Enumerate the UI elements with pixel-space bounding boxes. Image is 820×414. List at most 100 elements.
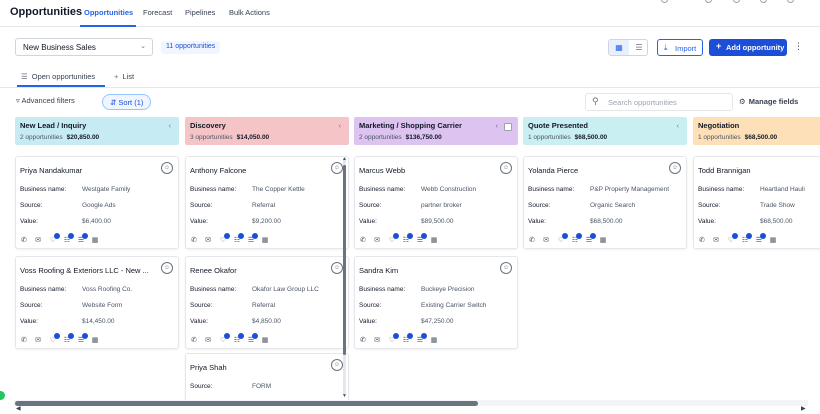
- manage-fields-button[interactable]: ⚙ Manage fields: [739, 97, 798, 106]
- assign-user-icon[interactable]: ☺: [669, 162, 681, 174]
- collapse-chevron-icon[interactable]: ‹: [677, 123, 679, 130]
- calendar-icon[interactable]: ▦: [769, 237, 777, 245]
- assign-user-icon[interactable]: ☺: [331, 162, 343, 174]
- card-contact-name[interactable]: Anthony Falcone: [190, 166, 330, 175]
- value-amount: $47,250.00: [421, 318, 454, 325]
- calendar-icon[interactable]: ▦: [261, 337, 269, 345]
- assign-user-icon[interactable]: ☺: [500, 162, 512, 174]
- opportunity-card[interactable]: Sandra Kim ☺ Business name: Buckeye Precisi…: [354, 256, 518, 349]
- column-count: 1 opportunities: [698, 134, 741, 141]
- opportunity-card[interactable]: Todd Brannigan☺Business name:Heartland H…: [693, 156, 820, 249]
- tab-bulk-actions[interactable]: Bulk Actions: [229, 8, 270, 17]
- add-opportunity-button[interactable]: + Add opportunity: [709, 39, 787, 56]
- phone-icon[interactable]: ✆: [359, 237, 367, 245]
- phone-icon[interactable]: ✆: [190, 337, 198, 345]
- pipeline-column: New Lead / Inquiry 2 opportunities $20,850…: [15, 117, 179, 402]
- advanced-filters-button[interactable]: ▿ Advanced filters: [16, 96, 75, 105]
- grid-view-icon[interactable]: ▦: [609, 40, 629, 55]
- phone-icon[interactable]: ✆: [20, 237, 28, 245]
- chat-icon[interactable]: ✉: [34, 337, 42, 345]
- card-contact-name[interactable]: Priya Nandakumar: [20, 166, 160, 175]
- phone-icon[interactable]: ✆: [20, 337, 28, 345]
- value-amount: $9,200.00: [252, 218, 281, 225]
- column-header: New Lead / Inquiry 2 opportunities $20,850…: [15, 117, 179, 145]
- manage-fields-label: Manage fields: [748, 97, 799, 106]
- tab-opportunities[interactable]: Opportunities: [84, 8, 133, 17]
- assign-user-icon[interactable]: ☺: [331, 359, 343, 371]
- subtab-list-label: List: [122, 72, 135, 81]
- chat-icon[interactable]: ✉: [373, 337, 381, 345]
- value-label: Value:: [20, 218, 38, 225]
- scroll-up-arrow-icon[interactable]: ▲: [342, 156, 347, 162]
- opportunity-card[interactable]: Priya Nandakumar ☺ Business name: Westgate …: [15, 156, 179, 249]
- column-scrollbar-thumb[interactable]: [343, 165, 346, 355]
- header-control[interactable]: [733, 0, 740, 3]
- calendar-icon[interactable]: ▦: [91, 337, 99, 345]
- opportunity-card[interactable]: Voss Roofing & Exteriors LLC - New ... ☺ B…: [15, 256, 179, 349]
- sort-button[interactable]: ⇵ Sort (1): [102, 94, 152, 110]
- phone-icon[interactable]: ✆: [528, 237, 536, 245]
- card-contact-name[interactable]: Voss Roofing & Exteriors LLC - New ...: [20, 266, 160, 275]
- header-control[interactable]: [705, 0, 712, 3]
- card-contact-name[interactable]: Renee Okafor: [190, 266, 330, 275]
- business-name-label: Business name:: [20, 286, 67, 293]
- business-name-value: Buckeye Precision: [421, 286, 475, 293]
- assign-user-icon[interactable]: ☺: [331, 262, 343, 274]
- card-contact-name[interactable]: Priya Shah: [190, 363, 330, 372]
- opportunity-card[interactable]: Marcus Webb ☺ Business name: Webb Construct…: [354, 156, 518, 249]
- chat-icon[interactable]: ✉: [204, 337, 212, 345]
- column-count: 2 opportunities: [359, 134, 402, 141]
- tab-forecast[interactable]: Forecast: [143, 8, 172, 17]
- chat-icon[interactable]: ✉: [204, 237, 212, 245]
- card-contact-name[interactable]: Sandra Kim: [359, 266, 499, 275]
- collapse-chevron-icon[interactable]: ‹: [169, 123, 171, 130]
- column-summary: 1 opportunities $68,500.00: [698, 134, 820, 141]
- calendar-icon[interactable]: ▦: [91, 237, 99, 245]
- assign-user-icon[interactable]: ☺: [500, 262, 512, 274]
- collapse-chevron-icon[interactable]: ‹: [339, 123, 341, 130]
- chat-icon[interactable]: ✉: [712, 237, 720, 245]
- header-control[interactable]: [760, 0, 767, 3]
- opportunity-card[interactable]: Anthony Falcone ☺ Business name: The Copper…: [185, 156, 349, 249]
- pipeline-select[interactable]: New Business Sales ⌄: [15, 38, 153, 56]
- scroll-down-arrow-icon[interactable]: ▼: [342, 393, 347, 399]
- phone-icon[interactable]: ✆: [359, 337, 367, 345]
- chat-icon[interactable]: ✉: [34, 237, 42, 245]
- calendar-icon[interactable]: ▦: [599, 237, 607, 245]
- column-select-checkbox[interactable]: [504, 123, 512, 131]
- download-icon: ⤓: [664, 43, 668, 52]
- opportunity-card[interactable]: Renee Okafor ☺ Business name: Okafor Law Gr…: [185, 256, 349, 349]
- subtab-open-opportunities[interactable]: ☰ Open opportunities: [21, 72, 95, 81]
- source-value: Referral: [252, 302, 276, 309]
- calendar-icon[interactable]: ▦: [430, 337, 438, 345]
- more-options-icon[interactable]: ⋮: [794, 41, 803, 52]
- card-contact-name[interactable]: Yolanda Pierce: [528, 166, 668, 175]
- assign-user-icon[interactable]: ☺: [161, 162, 173, 174]
- opportunity-card[interactable]: Priya Shah ☺ Source: FORM: [185, 353, 349, 402]
- collapse-chevron-icon[interactable]: ‹: [496, 123, 498, 130]
- header-control[interactable]: [661, 0, 668, 3]
- assign-user-icon[interactable]: ☺: [161, 262, 173, 274]
- calendar-icon[interactable]: ▦: [430, 237, 438, 245]
- tab-pipelines[interactable]: Pipelines: [185, 8, 215, 17]
- notification-badge: [54, 333, 60, 339]
- opportunity-card[interactable]: Yolanda Pierce ☺ Business name: P&P Propert…: [523, 156, 687, 249]
- phone-icon[interactable]: ✆: [190, 237, 198, 245]
- card-contact-name[interactable]: Todd Brannigan: [698, 166, 820, 175]
- header-control[interactable]: [787, 0, 794, 3]
- search-input[interactable]: ⚲ Search opportunities: [585, 93, 733, 111]
- chat-icon[interactable]: ✉: [373, 237, 381, 245]
- list-view-icon[interactable]: ☰: [629, 40, 647, 55]
- subtab-add-list[interactable]: + List: [114, 72, 134, 81]
- notification-badge: [590, 233, 596, 239]
- chat-icon[interactable]: ✉: [542, 237, 550, 245]
- list-icon: ☰: [21, 72, 28, 81]
- source-value: Organic Search: [590, 202, 636, 209]
- phone-icon[interactable]: ✆: [698, 237, 706, 245]
- calendar-icon[interactable]: ▦: [261, 237, 269, 245]
- scroll-right-arrow-icon[interactable]: ▶: [801, 405, 806, 412]
- import-button[interactable]: ⤓ Import: [657, 39, 703, 56]
- scroll-left-arrow-icon[interactable]: ◀: [16, 405, 21, 412]
- card-contact-name[interactable]: Marcus Webb: [359, 166, 499, 175]
- board-scrollbar-thumb[interactable]: [15, 401, 478, 406]
